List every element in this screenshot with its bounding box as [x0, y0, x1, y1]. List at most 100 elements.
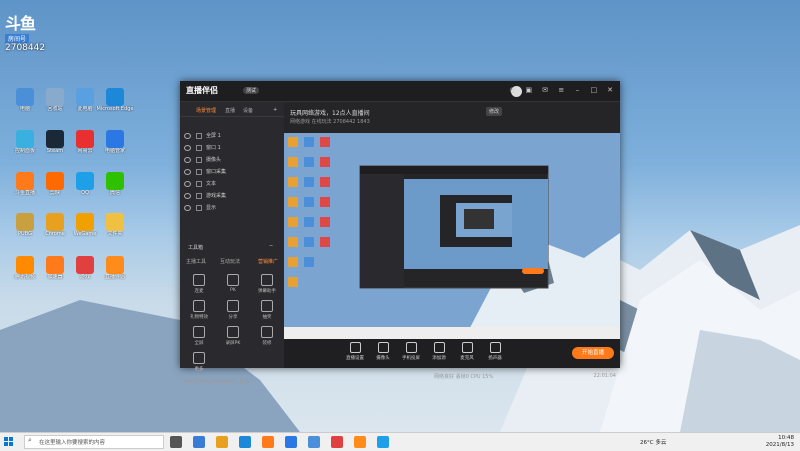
source-item[interactable]: 全屏 1: [184, 132, 221, 141]
tool-icon: [405, 342, 417, 353]
overlay-label: 房间号: [5, 34, 30, 43]
windows-start-icon[interactable]: [4, 437, 14, 447]
tool-label: 弹幕助手: [258, 289, 276, 294]
lock-icon[interactable]: [196, 156, 202, 163]
eye-icon[interactable]: [184, 204, 191, 211]
taskbar-app-icon[interactable]: [354, 436, 366, 448]
taskbar-app-icon[interactable]: [216, 436, 228, 448]
desktop-icon[interactable]: 文件夹: [96, 213, 134, 237]
source-item[interactable]: 窗口采集: [184, 168, 226, 177]
eye-icon[interactable]: [184, 168, 191, 175]
system-clock[interactable]: 10:48 2021/8/13: [766, 435, 794, 449]
app-icon: [16, 130, 34, 148]
taskbar-search-input[interactable]: 在这里输入你要搜索的内容: [24, 435, 164, 449]
source-item[interactable]: 文本: [184, 180, 216, 189]
desktop-icon-label: Microsoft Edge: [96, 106, 134, 112]
eye-icon[interactable]: [184, 180, 191, 187]
tool-tab-interact[interactable]: 互动玩法: [220, 258, 240, 265]
scene-tabs: 场景管理 直播 设备 +: [180, 102, 284, 117]
bottom-tool-button[interactable]: 添加源: [424, 342, 454, 361]
headset-icon[interactable]: ◎: [509, 86, 517, 94]
tool-icon: [193, 300, 205, 312]
maximize-icon[interactable]: □: [590, 86, 598, 94]
eye-icon[interactable]: [184, 132, 191, 139]
edit-title-button[interactable]: 修改: [486, 107, 503, 116]
source-item[interactable]: 游戏采集: [184, 192, 226, 201]
source-label: 游戏采集: [206, 193, 227, 199]
lock-icon[interactable]: [196, 180, 202, 187]
help-notice[interactable]: 如何把手机游戏画面接入直播: [184, 378, 249, 385]
app-icon: [46, 130, 64, 148]
source-item[interactable]: 显示: [184, 204, 216, 213]
lock-icon[interactable]: [196, 132, 202, 139]
tool-button[interactable]: 连麦: [184, 274, 214, 294]
taskbar-app-icon[interactable]: [377, 436, 389, 448]
bottom-tool-button[interactable]: 摄像头: [368, 342, 398, 361]
gift-icon[interactable]: ▣: [525, 86, 533, 94]
main-area: 玩具网络游戏，12点人直播间 修改 网络游戏 在线玩法 2708442 1843: [284, 102, 620, 380]
search-icon: ⌕: [28, 436, 32, 444]
mail-icon[interactable]: ✉: [541, 86, 549, 94]
taskbar-app-icon[interactable]: [285, 436, 297, 448]
version-badge[interactable]: 测试: [243, 87, 260, 94]
tool-button[interactable]: 弹幕助手: [252, 274, 282, 294]
taskbar-app-icon[interactable]: [239, 436, 251, 448]
preview-recursive-screen: [284, 133, 620, 339]
tool-button[interactable]: 抽奖: [252, 300, 282, 320]
lock-icon[interactable]: [196, 144, 202, 151]
tool-button[interactable]: 装修: [252, 326, 282, 346]
tab-scenes[interactable]: 场景管理: [196, 107, 216, 114]
taskbar-app-icon[interactable]: [193, 436, 205, 448]
taskbar-app-icon[interactable]: [308, 436, 320, 448]
bottom-tool-button[interactable]: 麦克风: [452, 342, 482, 361]
clock-time: 10:48: [778, 435, 794, 441]
desktop-icon[interactable]: 微信: [96, 172, 134, 196]
tool-icon: [377, 342, 389, 353]
start-live-button[interactable]: 开始直播: [572, 347, 614, 359]
bottom-tool-button[interactable]: 手机投屏: [396, 342, 426, 361]
tool-tab-marketing[interactable]: 营销推广: [258, 258, 278, 265]
tool-button[interactable]: 更多: [184, 352, 214, 372]
desktop-icon[interactable]: Microsoft Edge: [96, 88, 134, 112]
eye-icon[interactable]: [184, 144, 191, 151]
menu-icon[interactable]: ≡: [557, 86, 565, 94]
lock-icon[interactable]: [196, 204, 202, 211]
add-scene-icon[interactable]: +: [273, 107, 277, 113]
tool-tab-host[interactable]: 主播工具: [186, 258, 206, 265]
app-icon: [106, 213, 124, 231]
taskbar-app-icon[interactable]: [331, 436, 343, 448]
bottom-tool-button[interactable]: 扬声器: [480, 342, 510, 361]
tool-icon: [349, 342, 361, 353]
minimize-icon[interactable]: –: [574, 86, 582, 94]
tool-icon: [227, 274, 239, 286]
tool-icon: [193, 274, 205, 286]
desktop-icon[interactable]: 直播伴侣: [96, 256, 134, 280]
taskbar-app-icon[interactable]: [170, 436, 182, 448]
tab-devices[interactable]: 设备: [243, 107, 253, 114]
app-icon: [46, 172, 64, 190]
weather-widget[interactable]: 26°C 多云: [640, 438, 666, 446]
source-label: 摄像头: [206, 157, 222, 163]
source-item[interactable]: 摄像头: [184, 156, 221, 165]
tool-button[interactable]: 分享: [218, 300, 248, 320]
status-left: 网络良好 丢帧0 CPU 15%: [434, 374, 494, 380]
eye-icon[interactable]: [184, 156, 191, 163]
eye-icon[interactable]: [184, 192, 191, 199]
tool-button[interactable]: 礼物特效: [184, 300, 214, 320]
tool-button[interactable]: 录屏PK: [218, 326, 248, 346]
tool-button[interactable]: PK: [218, 274, 248, 293]
source-item[interactable]: 窗口 1: [184, 144, 221, 153]
lock-icon[interactable]: [196, 168, 202, 175]
live-preview[interactable]: [284, 133, 620, 339]
overlay-room-number: 2708442: [5, 43, 46, 53]
taskbar-app-icon[interactable]: [262, 436, 274, 448]
bottom-tool-button[interactable]: 直播设置: [340, 342, 370, 361]
desktop-icon[interactable]: 电脑管家: [96, 130, 134, 154]
lock-icon[interactable]: [196, 192, 202, 199]
window-titlebar[interactable]: 直播伴侣 测试 ◎ ▣ ✉ ≡ – □ ✕: [180, 81, 620, 102]
tab-live[interactable]: 直播: [225, 107, 235, 114]
close-icon[interactable]: ✕: [606, 86, 614, 94]
app-icon: [106, 172, 124, 190]
tool-button[interactable]: 全屏: [184, 326, 214, 346]
toolbox-collapse-icon[interactable]: −: [269, 243, 273, 249]
